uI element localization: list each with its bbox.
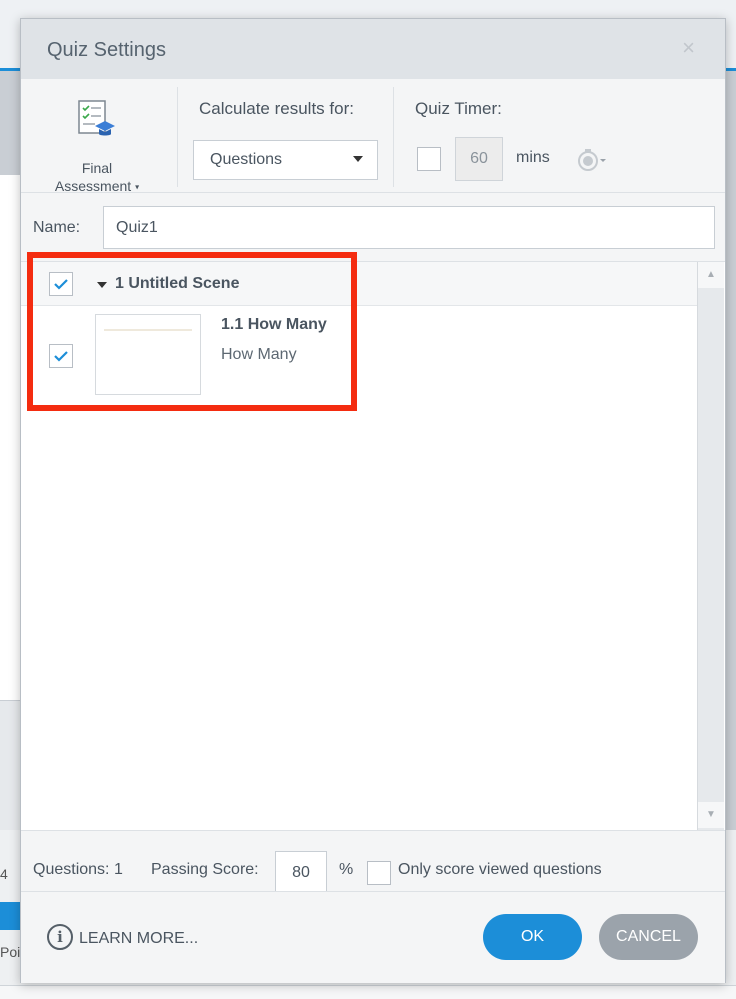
chevron-down-icon: ▾ bbox=[135, 182, 140, 192]
final-assessment-label: Final Assessment ▾ bbox=[47, 159, 147, 196]
dropdown-caret-icon bbox=[353, 156, 363, 162]
calculate-results-select[interactable]: Questions bbox=[193, 140, 378, 180]
final-assessment-line1: Final bbox=[81, 160, 113, 176]
dialog-titlebar: Quiz Settings × bbox=[21, 19, 725, 79]
app-timeline-number: 4 bbox=[0, 866, 8, 882]
app-right-panel bbox=[726, 71, 736, 831]
calculate-results-label: Calculate results for: bbox=[199, 99, 354, 118]
toolbar-divider bbox=[177, 87, 178, 187]
ok-button[interactable]: OK bbox=[483, 914, 582, 960]
final-assessment-line2: Assessment bbox=[54, 178, 132, 194]
learn-more-link[interactable]: LEARN MORE... bbox=[79, 930, 198, 948]
quiz-timer-input[interactable]: 60 bbox=[455, 137, 503, 181]
quiz-name-input[interactable]: Quiz1 bbox=[103, 206, 715, 249]
scroll-up-icon[interactable]: ▲ bbox=[698, 262, 724, 288]
quiz-timer-label: Quiz Timer: bbox=[415, 99, 502, 118]
quiz-timer-checkbox[interactable] bbox=[417, 147, 441, 171]
app-left-canvas bbox=[0, 175, 22, 700]
stopwatch-icon[interactable] bbox=[577, 147, 607, 173]
passing-score-input[interactable]: 80 bbox=[275, 851, 327, 895]
dialog-actions: i LEARN MORE... OK CANCEL bbox=[21, 891, 725, 983]
close-icon[interactable]: × bbox=[682, 35, 695, 61]
only-viewed-checkbox[interactable] bbox=[367, 861, 391, 885]
questions-label: Questions: bbox=[33, 861, 110, 878]
quiz-name-label: Name: bbox=[33, 219, 81, 236]
list-scrollbar[interactable]: ▲ ▼ bbox=[697, 262, 724, 830]
questions-count: 1 bbox=[113, 861, 123, 878]
app-timeline-selection bbox=[0, 902, 22, 930]
toolbar-divider bbox=[393, 87, 394, 187]
cancel-button[interactable]: CANCEL bbox=[599, 914, 698, 960]
info-icon[interactable]: i bbox=[47, 924, 73, 950]
quiz-timer-unit: mins bbox=[516, 149, 550, 166]
scroll-down-icon[interactable]: ▼ bbox=[698, 802, 724, 828]
calculate-results-value: Questions bbox=[210, 151, 283, 168]
quiz-stats-bar: Questions: 1 Passing Score: 80 % Only sc… bbox=[21, 831, 725, 895]
app-status-bar bbox=[0, 985, 736, 999]
assessment-icon bbox=[78, 100, 115, 136]
questions-count-label: Questions: 1 bbox=[33, 861, 123, 879]
annotation-highlight-box bbox=[27, 252, 357, 411]
dialog-title: Quiz Settings bbox=[47, 39, 166, 61]
percent-label: % bbox=[339, 861, 354, 878]
only-viewed-label: Only score viewed questions bbox=[398, 861, 602, 878]
quiz-settings-dialog: Quiz Settings × Final Assessment ▾ Calcu… bbox=[20, 18, 726, 983]
passing-score-label: Passing Score: bbox=[151, 861, 259, 878]
